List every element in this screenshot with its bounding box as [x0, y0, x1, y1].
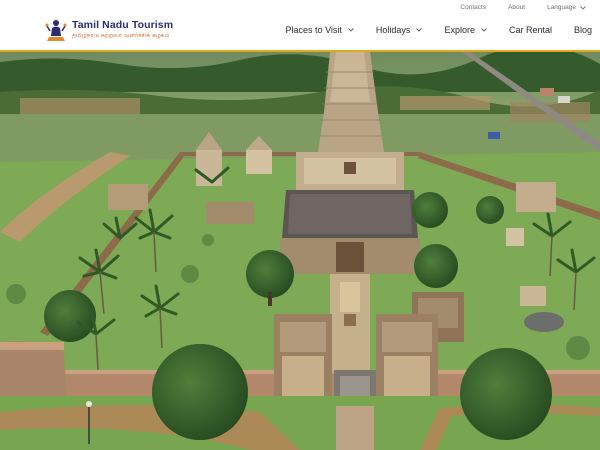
brand-text: Tamil Nadu Tourism தமிழ்நாடு சுற்றுலா வள…	[72, 20, 173, 40]
hero-banner	[0, 52, 600, 450]
nav-car-rental[interactable]: Car Rental	[509, 25, 552, 35]
temple-aerial-image	[0, 52, 600, 450]
contacts-link[interactable]: Contacts	[460, 4, 486, 11]
utility-nav: Contacts About Language	[460, 4, 586, 11]
chevron-down-icon	[348, 28, 354, 32]
site-tagline: தமிழ்நாடு சுற்றுலா வளர்ச்சிக் கழகம்	[72, 32, 170, 39]
nav-label: Places to Visit	[285, 25, 342, 35]
chevron-down-icon	[416, 28, 423, 32]
nav-label: Car Rental	[508, 25, 552, 35]
language-label: Language	[547, 4, 576, 11]
chevron-down-icon	[481, 28, 487, 32]
chevron-down-icon	[580, 5, 586, 10]
nav-label: Blog	[573, 25, 592, 35]
site-name: Tamil Nadu Tourism	[72, 19, 174, 31]
nav-places-to-visit[interactable]: Places to Visit	[286, 25, 354, 35]
main-nav: Places to Visit Holidays Explore Car Ren…	[286, 25, 592, 35]
nav-blog[interactable]: Blog	[574, 25, 592, 35]
about-link[interactable]: About	[508, 4, 525, 11]
site-header: Tamil Nadu Tourism தமிழ்நாடு சுற்றுலா வள…	[0, 0, 600, 52]
nav-label: Holidays	[375, 25, 411, 35]
nav-holidays[interactable]: Holidays	[376, 25, 423, 35]
site-logo-link[interactable]: Tamil Nadu Tourism தமிழ்நாடு சுற்றுலா வள…	[44, 17, 173, 43]
temple-figure-logo-icon	[45, 20, 67, 41]
nav-explore[interactable]: Explore	[444, 25, 487, 35]
nav-label: Explore	[444, 25, 475, 35]
language-selector[interactable]: Language	[547, 4, 586, 11]
